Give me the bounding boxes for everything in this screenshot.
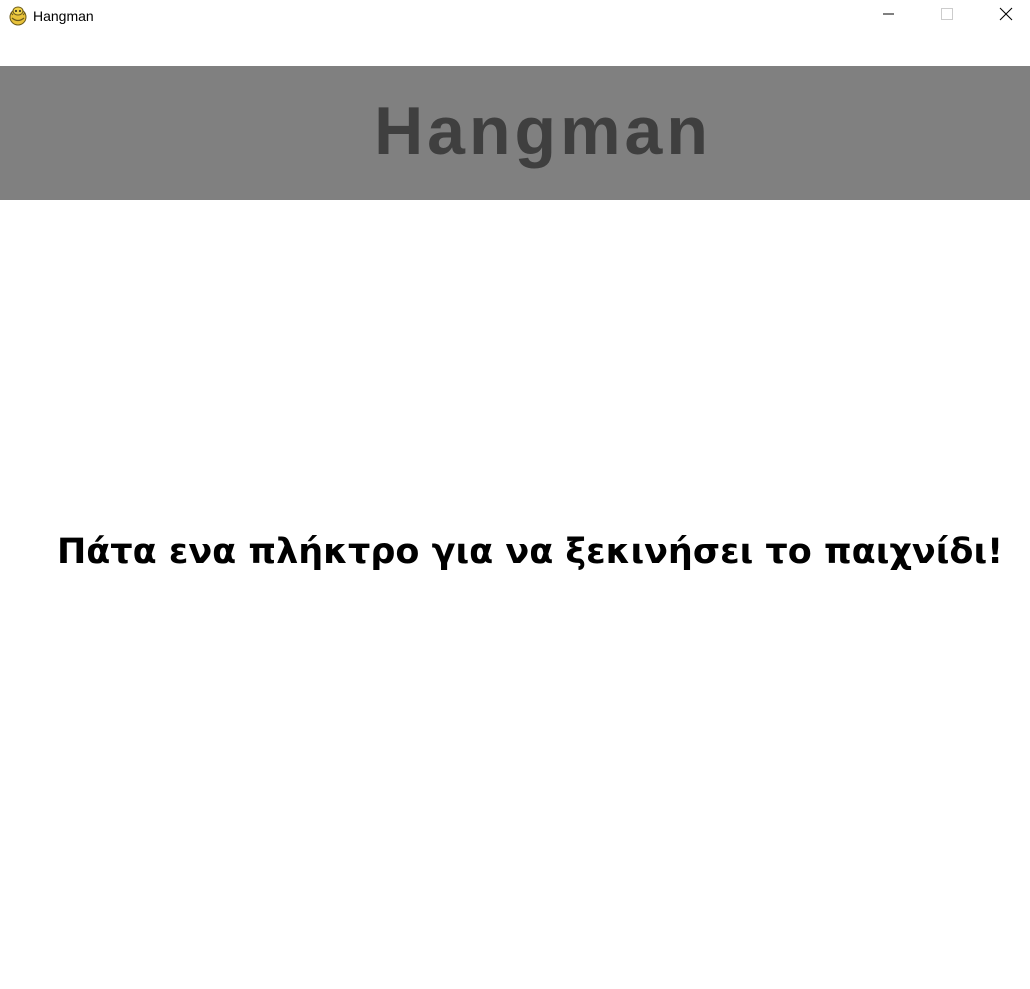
close-icon [999, 7, 1013, 26]
minimize-icon [883, 7, 895, 25]
minimize-button[interactable] [866, 0, 912, 32]
title-bar[interactable]: Hangman [0, 0, 1030, 32]
pygame-snake-icon [8, 5, 28, 26]
game-title: Hangman [374, 93, 712, 169]
game-canvas[interactable]: Hangman Πάτα ενα πλήκτρο για να ξεκινήσε… [0, 32, 1030, 989]
header-band: Hangman [0, 66, 1030, 200]
app-window: Hangman Hangman Πάτα ενα πλήκτρο για να … [0, 0, 1030, 989]
maximize-button[interactable] [924, 0, 970, 32]
window-title: Hangman [33, 8, 94, 24]
maximize-icon [941, 7, 953, 25]
close-button[interactable] [983, 0, 1029, 32]
start-prompt: Πάτα ενα πλήκτρο για να ξεκινήσει το παι… [56, 532, 1004, 572]
